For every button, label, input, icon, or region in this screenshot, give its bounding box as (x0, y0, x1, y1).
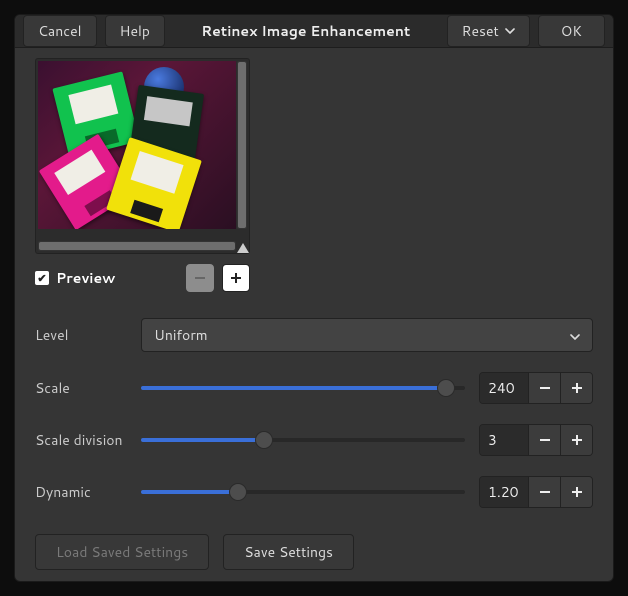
dialog-title: Retinex Image Enhancement (173, 21, 439, 41)
scrollbar-thumb[interactable] (238, 62, 246, 228)
slider-fill (141, 386, 446, 390)
dynamic-spinbox (479, 476, 593, 508)
save-settings-button[interactable]: Save Settings (223, 534, 354, 570)
zoom-in-button[interactable] (222, 264, 250, 292)
preview-checkbox[interactable]: ✔ (35, 271, 49, 285)
scrollbar-thumb[interactable] (39, 242, 235, 250)
preview-checkbox-label: Preview (56, 268, 186, 288)
scale-input[interactable] (480, 373, 528, 403)
zoom-out-button (186, 264, 214, 292)
scale-label: Scale (35, 378, 137, 398)
preview-area (35, 58, 250, 254)
dialog-content: ✔ Preview Level Uniform Scale (15, 48, 613, 588)
cancel-button[interactable]: Cancel (23, 15, 97, 47)
dynamic-control (141, 476, 593, 508)
preview-navigation-icon[interactable] (237, 243, 249, 253)
scale-division-slider[interactable] (141, 430, 465, 450)
slider-fill (141, 490, 238, 494)
plus-icon (230, 272, 242, 284)
minus-icon (194, 272, 206, 284)
scale-division-spinbox (479, 424, 593, 456)
scale-division-label: Scale division (35, 430, 137, 450)
scale-spinbox (479, 372, 593, 404)
minus-icon (538, 381, 552, 395)
ok-button[interactable]: OK (538, 15, 605, 47)
dynamic-label: Dynamic (35, 482, 137, 502)
scale-division-control (141, 424, 593, 456)
reset-button[interactable]: Reset (447, 15, 530, 47)
preview-toggle-row: ✔ Preview (35, 264, 250, 292)
titlebar: Cancel Help Retinex Image Enhancement Re… (15, 15, 613, 48)
preview-image[interactable] (38, 61, 236, 229)
settings-form: Level Uniform Scale (35, 318, 593, 508)
scale-slider[interactable] (141, 378, 465, 398)
load-saved-settings-button[interactable]: Load Saved Settings (35, 534, 209, 570)
slider-fill (141, 438, 264, 442)
minus-icon (538, 485, 552, 499)
preview-vertical-scrollbar[interactable] (237, 61, 247, 229)
dynamic-increment-button[interactable] (560, 477, 592, 507)
footer-buttons: Load Saved Settings Save Settings (35, 534, 593, 570)
plus-icon (570, 485, 584, 499)
scale-increment-button[interactable] (560, 373, 592, 403)
scale-division-input[interactable] (480, 425, 528, 455)
scale-decrement-button[interactable] (528, 373, 560, 403)
dialog-window: Cancel Help Retinex Image Enhancement Re… (14, 14, 614, 582)
plus-icon (570, 381, 584, 395)
reset-button-label: Reset (462, 21, 499, 41)
preview-horizontal-scrollbar[interactable] (38, 241, 236, 251)
dynamic-decrement-button[interactable] (528, 477, 560, 507)
level-select-value: Uniform (154, 325, 208, 345)
minus-icon (538, 433, 552, 447)
level-label: Level (35, 325, 137, 345)
help-button[interactable]: Help (105, 15, 165, 47)
dynamic-input[interactable] (480, 477, 528, 507)
slider-thumb[interactable] (229, 483, 247, 501)
level-select[interactable]: Uniform (141, 318, 593, 352)
scale-division-increment-button[interactable] (560, 425, 592, 455)
slider-thumb[interactable] (255, 431, 273, 449)
scale-division-decrement-button[interactable] (528, 425, 560, 455)
dynamic-slider[interactable] (141, 482, 465, 502)
slider-thumb[interactable] (437, 379, 455, 397)
scale-control (141, 372, 593, 404)
chevron-down-icon (505, 28, 515, 34)
chevron-down-icon (570, 325, 580, 345)
plus-icon (570, 433, 584, 447)
